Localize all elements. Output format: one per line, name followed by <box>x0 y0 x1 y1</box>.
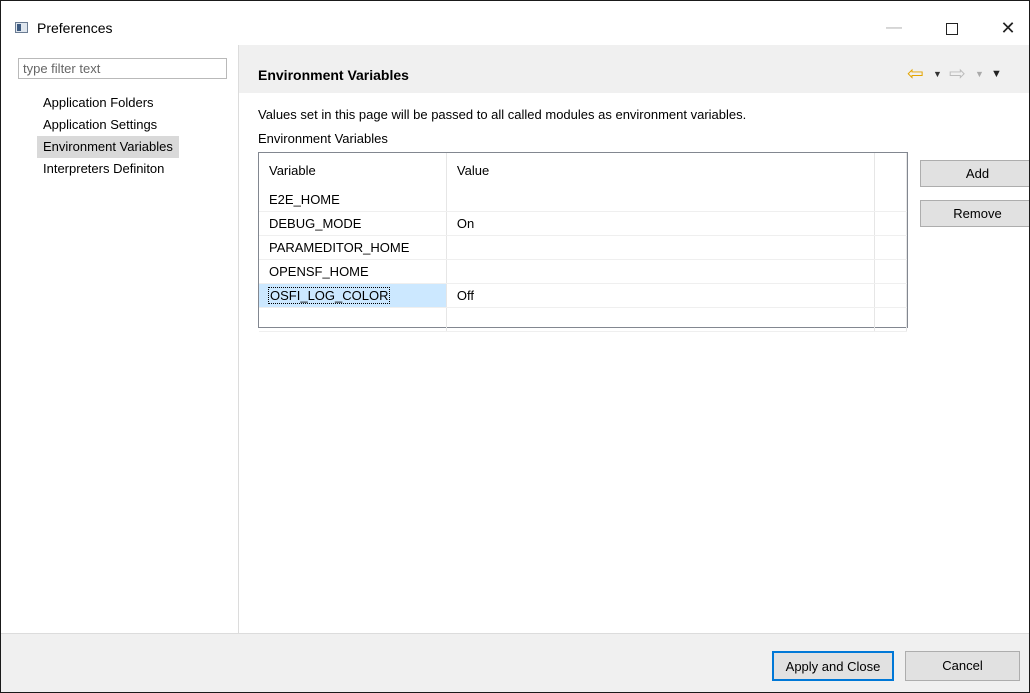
page-title: Environment Variables <box>258 67 409 83</box>
apply-and-close-button[interactable]: Apply and Close <box>772 651 894 681</box>
footer-divider <box>1 633 1029 634</box>
tree-item-environment-variables[interactable]: Environment Variables <box>37 136 179 158</box>
value-cell[interactable]: On <box>446 211 875 236</box>
value-cell[interactable] <box>446 235 875 260</box>
table-row[interactable]: E2E_HOME <box>259 188 908 212</box>
back-arrow-icon[interactable]: ⇦ <box>907 63 924 85</box>
view-menu-icon[interactable]: ▼ <box>991 63 1002 85</box>
preferences-tree: Application Folders Application Settings… <box>37 92 179 180</box>
window-title: Preferences <box>37 20 113 36</box>
filler-cell <box>874 259 908 284</box>
column-header-value[interactable]: Value <box>446 153 875 188</box>
variable-cell-selected[interactable]: OSFI_LOG_COLOR <box>259 283 447 308</box>
preference-page: Environment Variables ⇦ ▼ ⇨ ▼ ▼ Values s… <box>239 45 1029 633</box>
variable-cell[interactable]: E2E_HOME <box>259 188 447 212</box>
add-button[interactable]: Add <box>920 160 1029 187</box>
table-row[interactable]: DEBUG_MODE On <box>259 211 908 236</box>
forward-history-dropdown-icon[interactable]: ▼ <box>975 63 984 85</box>
filler-cell <box>874 235 908 260</box>
page-description: Values set in this page will be passed t… <box>258 107 747 122</box>
column-filler <box>874 153 908 188</box>
tree-item-interpreters-definiton[interactable]: Interpreters Definiton <box>37 158 179 180</box>
value-cell[interactable]: Off <box>446 283 875 308</box>
value-cell[interactable] <box>446 259 875 284</box>
filler-cell <box>874 188 908 212</box>
environment-variables-table: Variable Value E2E_HOME DEBUG_MODE On PA… <box>258 152 908 332</box>
column-header-variable[interactable]: Variable <box>259 153 447 188</box>
table-row-selected[interactable]: OSFI_LOG_COLOR Off <box>259 283 908 308</box>
variable-cell-text: OSFI_LOG_COLOR <box>267 287 391 304</box>
cancel-button[interactable]: Cancel <box>905 651 1020 681</box>
maximize-button[interactable] <box>929 11 975 45</box>
filler-cell <box>874 211 908 236</box>
filter-input[interactable] <box>18 58 227 79</box>
forward-arrow-icon[interactable]: ⇨ <box>949 63 966 85</box>
filler-cell <box>874 307 908 332</box>
back-history-dropdown-icon[interactable]: ▼ <box>933 63 942 85</box>
preferences-tree-panel: Application Folders Application Settings… <box>1 45 238 633</box>
title-bar: Preferences — ✕ <box>1 1 1029 45</box>
page-header: Environment Variables ⇦ ▼ ⇨ ▼ ▼ <box>239 45 1029 93</box>
maximize-icon <box>946 22 958 35</box>
variable-cell[interactable]: PARAMEDITOR_HOME <box>259 235 447 260</box>
value-cell[interactable] <box>446 307 875 332</box>
tree-item-application-settings[interactable]: Application Settings <box>37 114 179 136</box>
app-icon <box>15 22 28 33</box>
tree-item-application-folders[interactable]: Application Folders <box>37 92 179 114</box>
table-label: Environment Variables <box>258 131 388 146</box>
minimize-icon: — <box>886 19 902 36</box>
close-icon: ✕ <box>1000 18 1016 38</box>
preferences-window: Preferences — ✕ Application Folders Appl… <box>0 0 1030 693</box>
filler-cell <box>874 283 908 308</box>
table-row-empty[interactable] <box>259 307 908 332</box>
variable-cell[interactable]: DEBUG_MODE <box>259 211 447 236</box>
table-row[interactable]: PARAMEDITOR_HOME <box>259 235 908 260</box>
value-cell[interactable] <box>446 188 875 212</box>
variable-cell[interactable] <box>259 307 447 332</box>
remove-button[interactable]: Remove <box>920 200 1029 227</box>
close-button[interactable]: ✕ <box>985 11 1029 45</box>
minimize-button[interactable]: — <box>871 11 917 45</box>
table-header-row: Variable Value <box>259 153 908 188</box>
table-row[interactable]: OPENSF_HOME <box>259 259 908 284</box>
variable-cell[interactable]: OPENSF_HOME <box>259 259 447 284</box>
